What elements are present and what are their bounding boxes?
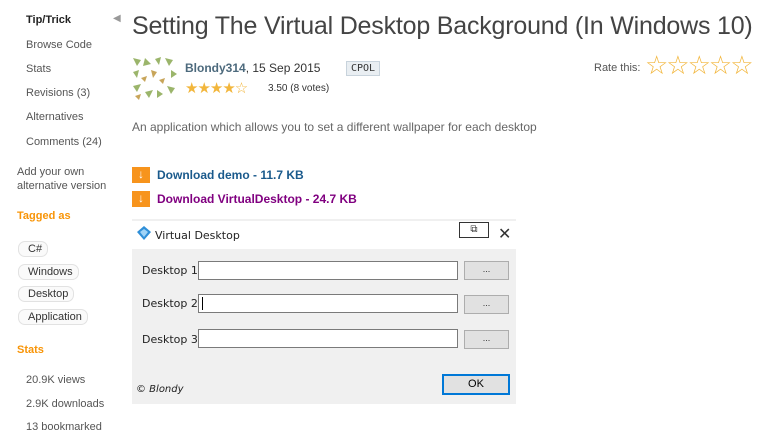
desktop-1-label: Desktop 1: (142, 264, 202, 277)
desktop-3-browse-button[interactable]: ... (464, 330, 509, 349)
desktop-3-input[interactable] (198, 329, 458, 348)
app-diamond-icon (137, 226, 151, 240)
tag-application[interactable]: Application (18, 309, 88, 325)
sidebar-item-browse-code[interactable]: Browse Code (26, 39, 92, 51)
desktop-1-input[interactable] (198, 261, 458, 280)
tag-desktop[interactable]: Desktop (18, 286, 75, 302)
rating-stars: ★★★★☆ (185, 80, 248, 97)
download-icon: ↓ (132, 191, 150, 207)
copyright-text: © Blondy (136, 384, 184, 395)
sidebar-item-revisions[interactable]: Revisions (3) (26, 87, 90, 99)
tag-csharp[interactable]: C# (18, 241, 49, 257)
download-demo-link[interactable]: Download demo - 11.7 KB (157, 168, 304, 182)
sidebar-item-alternatives[interactable]: Alternatives (26, 111, 83, 123)
restore-window-icon[interactable]: ⧉ (459, 222, 489, 238)
author-line: Blondy314, 15 Sep 2015 (185, 61, 320, 75)
author-name[interactable]: Blondy314 (185, 61, 246, 75)
desktop-2-browse-button[interactable]: ... (464, 295, 509, 314)
download-icon: ↓ (132, 167, 150, 183)
stat-views: 20.9K views (26, 374, 86, 386)
desktop-2-input[interactable] (198, 294, 458, 313)
desktop-3-label: Desktop 3: (142, 333, 202, 346)
stats-heading: Stats (17, 344, 44, 356)
rating-text: 3.50 (8 votes) (268, 83, 330, 94)
license-badge[interactable]: CPOL (346, 61, 381, 76)
article-summary: An application which allows you to set a… (132, 120, 537, 134)
rate-stars-input[interactable]: ☆☆☆☆☆ (645, 50, 754, 81)
dialog-title: Virtual Desktop (155, 229, 240, 242)
article-title: Setting The Virtual Desktop Background (… (132, 12, 753, 40)
collapse-arrow-icon[interactable]: ◀ (113, 13, 121, 24)
download-source-row: ↓ Download VirtualDesktop - 24.7 KB (132, 191, 357, 207)
text-caret (202, 297, 203, 310)
stat-downloads: 2.9K downloads (26, 398, 105, 410)
desktop-1-browse-button[interactable]: ... (464, 261, 509, 280)
close-icon[interactable]: ✕ (498, 224, 511, 244)
post-date: , 15 Sep 2015 (245, 61, 321, 75)
author-avatar[interactable] (131, 56, 179, 102)
dialog-titlebar: Virtual Desktop ⧉ ✕ (132, 221, 522, 249)
desktop-2-label: Desktop 2: (142, 297, 202, 310)
stat-bookmarked: 13 bookmarked (26, 421, 102, 433)
ok-button[interactable]: OK (442, 374, 510, 395)
sidebar: ◀ Tip/Trick Browse Code Stats Revisions … (0, 0, 121, 433)
rate-this-label: Rate this: (594, 62, 641, 74)
add-alternative-link[interactable]: Add your own alternative version (17, 165, 117, 193)
download-source-link[interactable]: Download VirtualDesktop - 24.7 KB (157, 192, 357, 206)
sidebar-item-comments[interactable]: Comments (24) (26, 136, 102, 148)
download-demo-row: ↓ Download demo - 11.7 KB (132, 167, 304, 183)
sidebar-section-title: Tip/Trick (26, 14, 72, 26)
tagged-as-heading: Tagged as (17, 210, 71, 222)
tag-windows[interactable]: Windows (18, 264, 79, 280)
sidebar-item-stats[interactable]: Stats (26, 63, 51, 75)
